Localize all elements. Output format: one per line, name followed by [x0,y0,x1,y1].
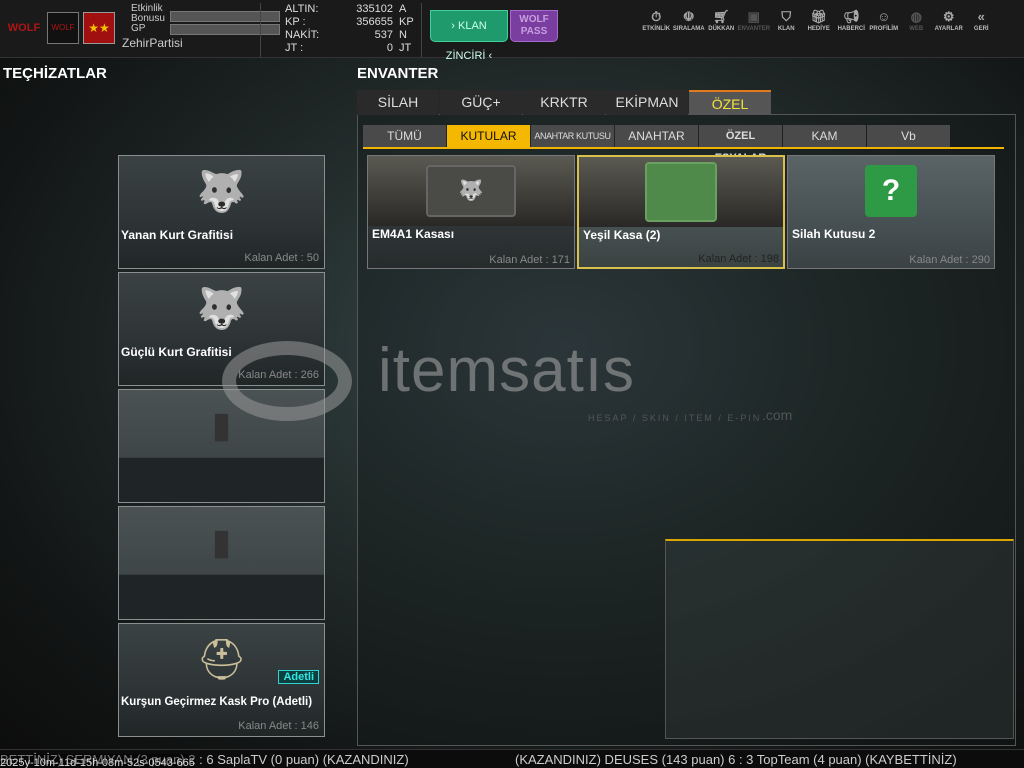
nav-shield[interactable]: ⛉ KLAN [770,8,803,32]
tab-ekipman[interactable]: EKİPMAN [606,90,688,115]
game-logo: WOLF [7,22,41,34]
klan-zinciri-button[interactable]: › KLAN ZİNCİRİ ‹ [430,10,508,62]
back-icon: « [977,9,985,24]
rank-icon: ★★ [83,12,115,44]
em4a1-crate-image: 🐺 [368,156,574,226]
nav-inventory[interactable]: ▣ ENVANTER [738,8,771,32]
megaphone-icon: 📢︎ [842,9,860,24]
spray-can-icon: ▮ [211,521,232,562]
nav-gear[interactable]: ⚙ AYARLAR [933,8,966,32]
nav-cart[interactable]: 🛒︎ DÜKKAN [705,8,738,32]
inventory-item-selected[interactable]: Yeşil Kasa (2) Kalan Adet : 198 [577,155,785,269]
subtab-anahtar-kutusu[interactable]: ANAHTAR KUTUSU [531,125,614,147]
gear-icon: ⚙ [942,9,955,24]
watermark-logo [222,341,352,421]
clan-emblem[interactable]: WOLF [47,12,79,44]
inventory-icon: ▣ [747,9,760,24]
currency-panel: ALTIN: 335102 A KP :356655 KP NAKİT: 537 N JT… [260,3,422,57]
wolf-graffiti-icon: 🐺 [196,169,247,214]
currency-nakit: NAKİT: 537 N [285,29,407,41]
nav-medal[interactable]: ☫ SIRALAMA [673,8,706,32]
gift-icon: 🎁︎ [810,9,827,24]
tab-guc[interactable]: GÜÇ+ [440,90,522,115]
subtab-kam[interactable]: KAM [783,125,866,147]
subtab-kutular[interactable]: KUTULAR [447,125,530,147]
username: ZehirPartisi [122,36,183,50]
event-bonus-label: Etkinlik Bonusu [131,3,165,24]
nav-megaphone[interactable]: 📢︎ HABERCİ [835,8,868,32]
wolf-graffiti-icon: 🐺 [196,286,247,331]
nav-back[interactable]: «GERİ [965,8,998,32]
equipment-slot-empty[interactable]: ▮ [118,506,325,620]
cart-icon: 🛒︎ [712,9,730,24]
tab-silah[interactable]: SİLAH [357,90,439,115]
inventory-item[interactable]: ? Silah Kutusu 2 Kalan Adet : 290 [787,155,995,269]
timestamp: 2025y-10m-11d-15h-08m-52s-0543-665 [0,754,195,768]
top-nav: ⏱ ETKİNLİK ☫ SIRALAMA 🛒︎ DÜKKAN ▣ ENVANTER ⛉ KLAN… [640,8,998,32]
green-crate-image [579,157,783,227]
currency-kp: KP :356655 KP [285,16,414,28]
subtab-tumu[interactable]: TÜMÜ [363,125,446,147]
top-bar: WOLF WOLF ★★ Etkinlik Bonusu GP ZehirPar… [0,0,1024,62]
currency-altin: ALTIN: 335102 A [285,3,407,15]
currency-jt: JT :0 JT [285,42,412,54]
adetli-badge: Adetli [278,670,319,684]
nav-profile[interactable]: ☺ PROFİLİM [868,8,901,32]
news-ticker: BETTİNİZ) SERMIYAN (3 puan) 2 : 6 SaplaT… [0,749,1024,768]
nav-stopwatch[interactable]: ⏱ ETKİNLİK [640,8,673,32]
watermark: itemsatıs HESAP / SKIN / ITEM / E-PIN .c… [220,335,820,435]
shield-icon: ⛉ [781,9,792,24]
inventory-item[interactable]: 🐺 EM4A1 Kasası Kalan Adet : 171 [367,155,575,269]
profile-icon: ☺ [877,9,891,24]
tab-krktr[interactable]: KRKTR [523,90,605,115]
gp-label: GP [131,23,146,34]
nav-globe[interactable]: ◍ WEB [900,8,933,32]
item-info-panel [665,539,1014,739]
subtab-vb[interactable]: Vb [867,125,950,147]
wolf-pass-button[interactable]: WOLF PASS [510,10,558,42]
globe-icon: ◍ [910,9,922,24]
medal-icon: ☫ [682,9,695,24]
equipment-slot[interactable]: 🐺 Yanan Kurt Grafitisi Kalan Adet : 50 [118,155,325,269]
stopwatch-icon: ⏱ [651,9,662,24]
equipment-slot[interactable]: ⛑ Adetli Kurşun Geçirmez Kask Pro (Adetli)… [118,623,325,737]
inventory-tabs: SİLAH GÜÇ+ KRKTR EKİPMAN ÖZEL [357,90,772,115]
tab-ozel[interactable]: ÖZEL [689,90,771,115]
weapon-box-image: ? [788,156,994,226]
subtab-anahtar[interactable]: ANAHTAR [615,125,698,147]
subtab-ozel-esyalar[interactable]: ÖZEL EŞYALAR [699,125,782,164]
inventory-title: ENVANTER [357,65,439,82]
nav-gift[interactable]: 🎁︎ HEDİYE [803,8,836,32]
inventory-subtabs: TÜMÜ KUTULAR ANAHTAR KUTUSU ANAHTAR ÖZEL… [363,125,1004,164]
equipment-title: TEÇHİZATLAR [3,65,107,82]
